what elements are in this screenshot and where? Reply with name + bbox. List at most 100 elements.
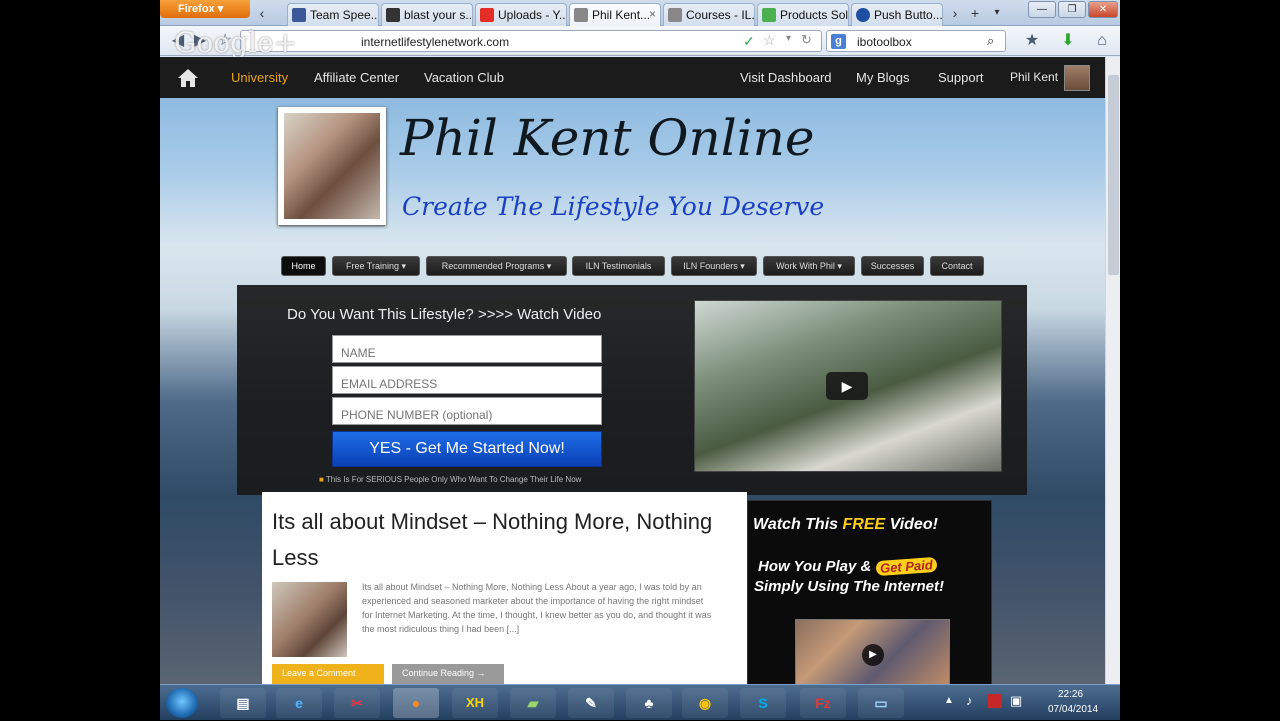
restore-icon[interactable]: ❐ <box>1058 1 1086 18</box>
tab-bar: Firefox ▾ ‹ Team Spee... blast your s...… <box>160 0 1120 26</box>
tab-courses[interactable]: Courses - IL... <box>663 3 755 26</box>
chrome-icon[interactable]: ◉ <box>682 688 728 718</box>
close-icon[interactable]: × <box>649 7 656 21</box>
scrollbar-thumb[interactable] <box>1108 75 1119 275</box>
get-started-button[interactable]: YES - Get Me Started Now! <box>332 431 602 467</box>
secure-check-icon: ✓ <box>743 33 755 49</box>
new-tab-icon[interactable]: + <box>966 4 984 22</box>
sidebar-video-ad[interactable]: Watch This FREE Video! How You Play & Ge… <box>747 500 992 684</box>
internet-explorer-icon[interactable]: e <box>276 688 322 718</box>
tool-icon[interactable]: ♣ <box>626 688 672 718</box>
skype-icon[interactable]: S <box>740 688 786 718</box>
tab-label: Phil Kent... <box>592 8 651 22</box>
tab-push-button[interactable]: Push Butto... <box>851 3 943 26</box>
tab-list-icon[interactable]: ▾ <box>988 4 1006 22</box>
volume-icon[interactable]: ♪ <box>966 693 973 708</box>
nav-visit-dashboard[interactable]: Visit Dashboard <box>740 70 832 85</box>
youtube-icon <box>480 8 494 22</box>
tab-phil-kent[interactable]: Phil Kent... × <box>569 3 661 26</box>
dropdown-icon[interactable]: ▾ <box>786 33 791 44</box>
nav-my-blogs[interactable]: My Blogs <box>856 70 909 85</box>
close-window-icon[interactable]: ✕ <box>1088 1 1118 18</box>
tray-expand-icon[interactable]: ▲ <box>944 695 954 706</box>
navigation-toolbar: ◀ ▶ ☆ internetlifestylenetwork.com ✓ ☆ ▾… <box>160 26 1120 59</box>
xmind-icon[interactable]: XH <box>452 688 498 718</box>
target-icon <box>856 8 870 22</box>
ad-video-thumbnail[interactable]: ▶ <box>795 619 950 684</box>
notes-icon[interactable]: ▰ <box>510 688 556 718</box>
tab-products-sold[interactable]: Products Sold <box>757 3 849 26</box>
nav-user-name[interactable]: Phil Kent <box>1010 70 1058 84</box>
menu-iln-founders[interactable]: ILN Founders ▾ <box>671 256 757 276</box>
avatar[interactable] <box>1064 65 1090 91</box>
menu-work-with-phil[interactable]: Work With Phil ▾ <box>763 256 855 276</box>
menu-successes[interactable]: Successes <box>861 256 924 276</box>
filezilla-icon[interactable]: Fz <box>800 688 846 718</box>
play-icon[interactable]: ▶ <box>826 372 868 400</box>
tab-blast[interactable]: blast your s... <box>381 3 473 26</box>
ad-subline: How You Play & Get Paid <box>758 556 937 577</box>
tab-scroll-left-icon[interactable]: ‹ <box>253 4 271 22</box>
menu-iln-testimonials[interactable]: ILN Testimonials <box>572 256 665 276</box>
home-icon[interactable] <box>176 67 200 89</box>
clock-date[interactable]: 07/04/2014 <box>1048 704 1098 715</box>
search-input[interactable]: g ibotoolbox ⌕ <box>826 30 1006 52</box>
email-field[interactable] <box>332 366 602 394</box>
start-button[interactable] <box>166 688 198 718</box>
tab-scroll-right-icon[interactable]: › <box>946 4 964 22</box>
reload-icon[interactable]: ↻ <box>801 32 812 48</box>
system-tray: ▲ ♪ ▣ 22:26 07/04/2014 <box>940 685 1120 721</box>
tab-label: Team Spee... <box>310 8 379 22</box>
url-bar[interactable]: internetlifestylenetwork.com ✓ ☆ ▾ ↻ <box>240 30 822 52</box>
menu-contact[interactable]: Contact <box>930 256 984 276</box>
star-icon[interactable]: ☆ <box>763 32 776 49</box>
leaf-icon <box>762 8 776 22</box>
post-title[interactable]: Its all about Mindset – Nothing More, No… <box>272 504 742 576</box>
tab-uploads[interactable]: Uploads - Y... <box>475 3 567 26</box>
firefox-menu-label: Firefox <box>178 3 215 15</box>
firefox-menu-button[interactable]: Firefox ▾ <box>160 0 250 18</box>
page-icon <box>668 8 682 22</box>
leave-comment-button[interactable]: Leave a Comment <box>272 664 384 684</box>
nav-vacation-club[interactable]: Vacation Club <box>424 70 504 85</box>
clock-time[interactable]: 22:26 <box>1058 689 1083 700</box>
firefox-icon[interactable]: ● <box>393 688 439 718</box>
menu-home[interactable]: Home <box>281 256 326 276</box>
windows-taskbar: ▤ e ✂ ● XH ▰ ✎ ♣ ◉ S Fz ▭ ▲ ♪ ▣ 22:26 07… <box>160 684 1120 720</box>
blast-icon <box>386 8 400 22</box>
nav-university[interactable]: University <box>231 70 288 85</box>
paint-icon[interactable]: ✎ <box>568 688 614 718</box>
post-excerpt: Its all about Mindset – Nothing More, No… <box>362 582 712 634</box>
google-plus-overlay: Google+ <box>174 26 297 59</box>
video-player[interactable]: ▶ <box>694 300 1002 472</box>
nav-support[interactable]: Support <box>938 70 984 85</box>
phone-field[interactable] <box>332 397 602 425</box>
hero-note-text: This Is For SERIOUS People Only Who Want… <box>325 475 582 484</box>
tab-label: Courses - IL... <box>686 8 755 22</box>
tab-label: Products Sold <box>780 8 849 22</box>
acrobat-icon[interactable] <box>988 694 1002 708</box>
play-icon[interactable]: ▶ <box>862 644 884 666</box>
tab-team-speed[interactable]: Team Spee... <box>287 3 379 26</box>
download-icon[interactable]: ⬇ <box>1058 31 1078 51</box>
ad-subline-2: Simply Using The Internet! <box>754 578 945 595</box>
bookmarks-icon[interactable]: ★ <box>1022 31 1042 51</box>
snipping-tool-icon[interactable]: ✂ <box>334 688 380 718</box>
home-icon[interactable]: ⌂ <box>1092 31 1112 51</box>
minimize-icon[interactable]: — <box>1028 1 1056 18</box>
continue-reading-button[interactable]: Continue Reading → <box>392 664 504 684</box>
post-thumbnail[interactable] <box>272 582 347 657</box>
menu-recommended-programs[interactable]: Recommended Programs ▾ <box>426 256 567 276</box>
lock-icon: ■ <box>319 475 324 484</box>
menu-free-training[interactable]: Free Training ▾ <box>332 256 420 276</box>
name-field[interactable] <box>332 335 602 363</box>
vertical-scrollbar[interactable] <box>1105 57 1120 684</box>
google-search-icon[interactable]: g <box>831 34 846 49</box>
explorer-icon[interactable]: ▤ <box>220 688 266 718</box>
search-icon[interactable]: ⌕ <box>987 33 994 49</box>
notepad-icon[interactable]: ▭ <box>858 688 904 718</box>
nav-affiliate-center[interactable]: Affiliate Center <box>314 70 399 85</box>
hero-note: ■ This Is For SERIOUS People Only Who Wa… <box>319 475 581 484</box>
tab-label: Push Butto... <box>874 8 943 22</box>
network-icon[interactable]: ▣ <box>1010 693 1022 709</box>
